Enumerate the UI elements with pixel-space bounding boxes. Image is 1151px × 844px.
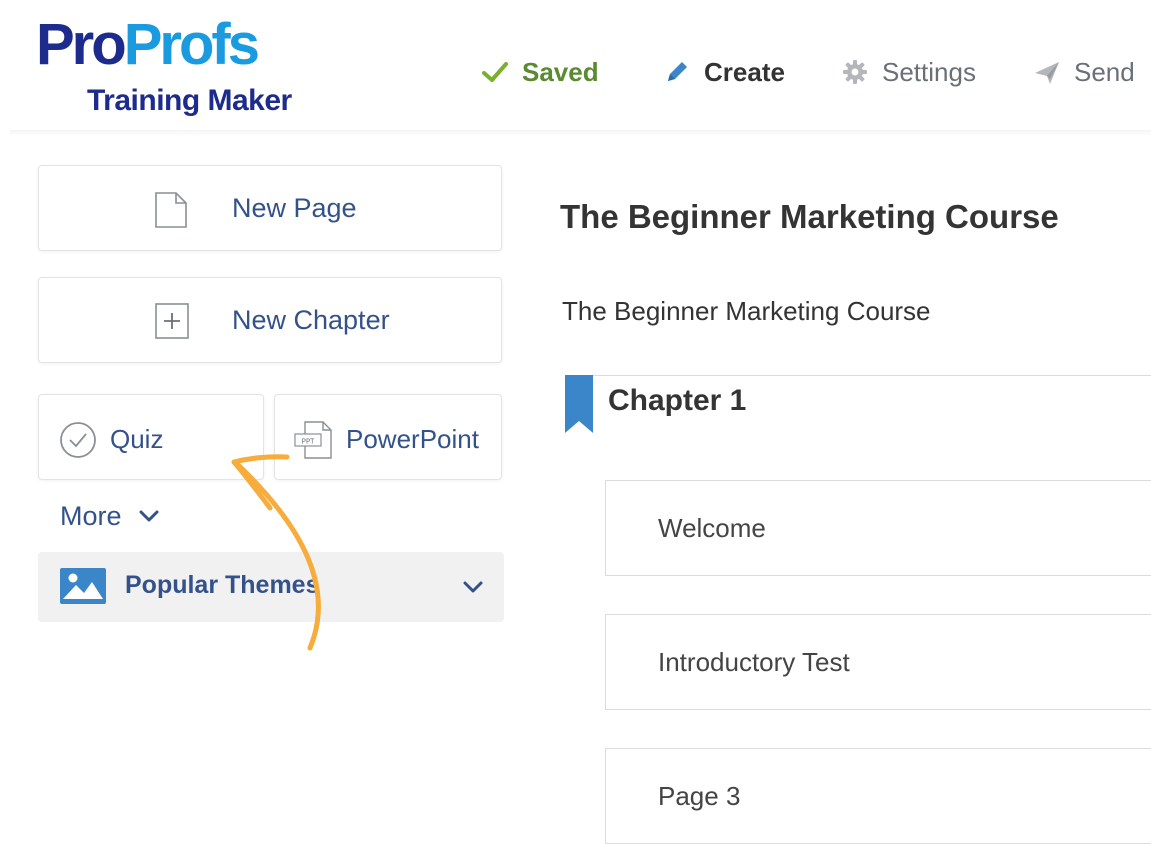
powerpoint-button[interactable]: PPT PowerPoint — [274, 394, 502, 480]
settings-label: Settings — [882, 56, 976, 87]
document-icon — [155, 192, 187, 228]
saved-label: Saved — [522, 56, 599, 87]
bookmark-icon — [565, 375, 593, 433]
course-description[interactable]: The Beginner Marketing Course — [562, 296, 931, 327]
logo-subtitle: Training Maker — [87, 84, 292, 117]
paper-plane-icon — [1035, 62, 1059, 84]
check-circle-icon — [60, 422, 96, 458]
logo-wordmark: ProProfs — [36, 12, 260, 77]
course-title[interactable]: The Beginner Marketing Course — [560, 198, 1059, 236]
page-item-page-3[interactable]: Page 3 — [605, 748, 1151, 844]
chevron-down-icon — [139, 510, 159, 522]
send-tab[interactable]: Send — [1032, 48, 1135, 96]
create-tab[interactable]: Create — [662, 48, 785, 96]
ppt-icon-text: PPT — [302, 438, 315, 446]
logo-profs-text: Profs — [123, 12, 260, 77]
pencil-icon — [668, 62, 687, 81]
quiz-label: Quiz — [110, 424, 164, 454]
logo-pro-text: Pro — [36, 12, 127, 77]
checkmark-icon — [482, 62, 508, 82]
new-chapter-button[interactable]: New Chapter — [38, 277, 502, 363]
new-page-button[interactable]: New Page — [38, 165, 502, 251]
page-item-welcome[interactable]: Welcome — [605, 480, 1151, 576]
page-item-introductory-test[interactable]: Introductory Test — [605, 614, 1151, 710]
more-label: More — [60, 500, 122, 531]
page-label: Page 3 — [658, 781, 741, 811]
popular-themes-label: Popular Themes — [125, 571, 320, 599]
powerpoint-label: PowerPoint — [346, 424, 479, 454]
page-label: Introductory Test — [658, 647, 850, 677]
chapter-header[interactable]: Chapter 1 — [568, 375, 1151, 446]
image-icon — [60, 568, 106, 604]
plus-box-icon — [155, 303, 189, 339]
header-divider — [10, 130, 1151, 136]
send-label: Send — [1074, 56, 1135, 87]
chapter-title: Chapter 1 — [608, 384, 747, 417]
saved-status: Saved — [480, 48, 599, 96]
settings-tab[interactable]: Settings — [840, 48, 976, 96]
chevron-down-icon — [463, 581, 483, 593]
ppt-file-icon: PPT — [294, 421, 332, 459]
more-dropdown[interactable]: More — [60, 494, 160, 538]
quiz-button[interactable]: Quiz — [38, 394, 264, 480]
gear-icon — [843, 60, 867, 84]
proprofs-logo: ProProfs Training Maker — [36, 12, 336, 118]
create-label: Create — [704, 56, 785, 87]
new-chapter-label: New Chapter — [232, 305, 390, 335]
popular-themes-dropdown[interactable]: Popular Themes — [38, 552, 504, 622]
new-page-label: New Page — [232, 193, 357, 223]
page-label: Welcome — [658, 513, 766, 543]
